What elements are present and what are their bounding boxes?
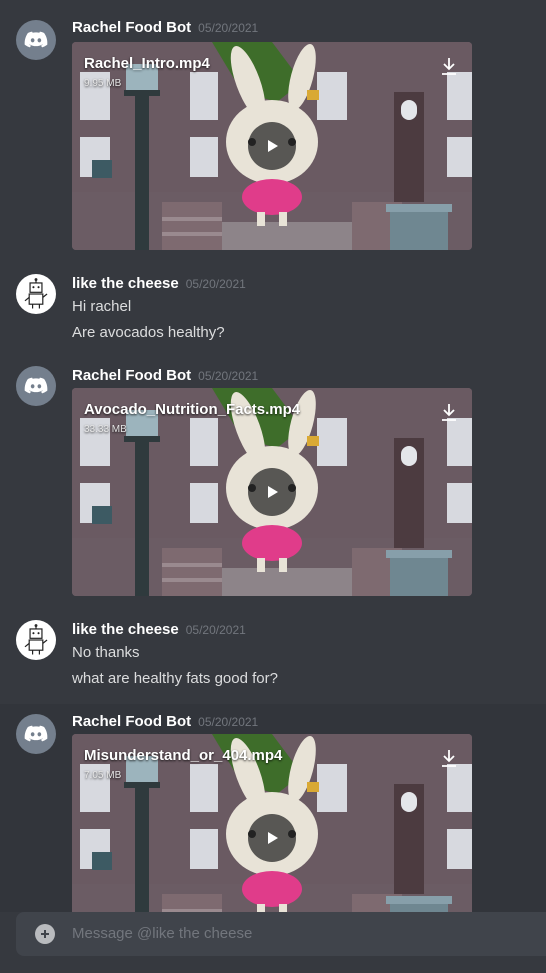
author-name[interactable]: Rachel Food Bot: [72, 367, 191, 384]
video-attachment[interactable]: Rachel_Intro.mp4 9.95 MB: [72, 42, 472, 250]
author-name[interactable]: Rachel Food Bot: [72, 19, 191, 36]
bot-avatar[interactable]: [16, 366, 56, 406]
video-filesize: 9.95 MB: [84, 78, 122, 89]
play-button[interactable]: [248, 122, 296, 170]
message-text: Are avocados healthy?: [72, 324, 225, 341]
download-icon[interactable]: [440, 56, 458, 76]
message-1: Rachel Food Bot 05/20/2021 Rachel_Intro.…: [0, 0, 546, 258]
author-name[interactable]: Rachel Food Bot: [72, 713, 191, 730]
author-name[interactable]: like the cheese: [72, 621, 179, 638]
download-icon[interactable]: [440, 748, 458, 768]
play-icon: [268, 832, 278, 844]
message-input[interactable]: Message @like the cheese: [72, 925, 252, 942]
play-button[interactable]: [248, 814, 296, 862]
message-text: Hi rachel: [72, 298, 132, 315]
message-5: Rachel Food Bot 05/20/2021 Misunderstand…: [0, 704, 546, 912]
play-button[interactable]: [248, 468, 296, 516]
video-filename[interactable]: Misunderstand_or_404.mp4: [84, 747, 282, 764]
user-avatar[interactable]: [16, 274, 56, 314]
timestamp: 05/20/2021: [198, 369, 259, 383]
timestamp: 05/20/2021: [185, 623, 246, 637]
timestamp: 05/20/2021: [185, 277, 246, 291]
bot-avatar[interactable]: [16, 20, 56, 60]
timestamp: 05/20/2021: [198, 21, 259, 35]
plus-circle-icon: [41, 930, 49, 938]
timestamp: 05/20/2021: [198, 715, 259, 729]
video-filename[interactable]: Rachel_Intro.mp4: [84, 55, 210, 72]
video-filename[interactable]: Avocado_Nutrition_Facts.mp4: [84, 401, 300, 418]
video-attachment[interactable]: Misunderstand_or_404.mp4 7.05 MB: [72, 734, 472, 912]
message-text: what are healthy fats good for?: [72, 670, 278, 687]
video-filesize: 7.05 MB: [84, 770, 122, 781]
message-2: like the cheese 05/20/2021 Hi rachel Are…: [0, 266, 546, 354]
message-input-bar: Message @like the cheese: [16, 912, 546, 956]
discord-logo-icon: [23, 721, 49, 747]
message-4: like the cheese 05/20/2021 No thanks wha…: [0, 612, 546, 700]
robot-icon: [19, 623, 53, 657]
play-icon: [268, 486, 278, 498]
message-text: No thanks: [72, 644, 140, 661]
play-icon: [268, 140, 278, 152]
attach-button[interactable]: [35, 924, 55, 944]
user-avatar[interactable]: [16, 620, 56, 660]
robot-icon: [19, 277, 53, 311]
message-3: Rachel Food Bot 05/20/2021 Avocado_Nutri…: [0, 358, 546, 604]
discord-logo-icon: [23, 373, 49, 399]
author-name[interactable]: like the cheese: [72, 275, 179, 292]
video-filesize: 33.33 MB: [84, 424, 127, 435]
download-icon[interactable]: [440, 402, 458, 422]
video-attachment[interactable]: Avocado_Nutrition_Facts.mp4 33.33 MB: [72, 388, 472, 596]
bot-avatar[interactable]: [16, 714, 56, 754]
discord-logo-icon: [23, 27, 49, 53]
